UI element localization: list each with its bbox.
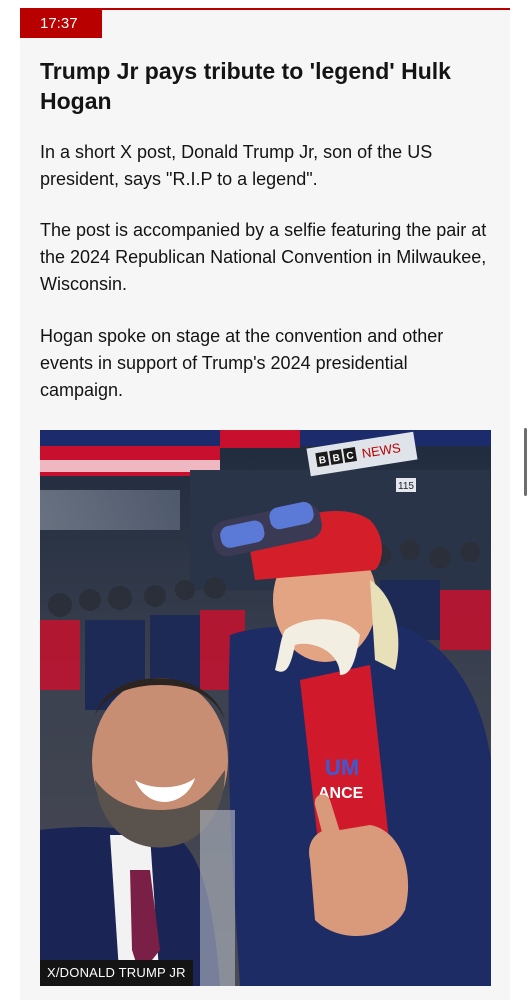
sign-number: 115 bbox=[398, 481, 414, 492]
post-photo[interactable]: B B C NEWS 115 UM ANCE X/DONALD TRUMP JR bbox=[40, 430, 491, 986]
post-time-badge: 17:37 bbox=[20, 10, 102, 38]
post-paragraph-2: The post is accompanied by a selfie feat… bbox=[40, 220, 487, 294]
scrollbar[interactable] bbox=[524, 428, 527, 496]
shirt-text-1: UM bbox=[325, 755, 359, 780]
post-headline: Trump Jr pays tribute to 'legend' Hulk H… bbox=[40, 58, 451, 114]
photo-credit-caption: X/DONALD TRUMP JR bbox=[40, 960, 193, 986]
post-paragraph-1: In a short X post, Donald Trump Jr, son … bbox=[40, 142, 433, 189]
selfie-illustration: B B C NEWS 115 UM ANCE bbox=[40, 430, 491, 986]
post-paragraph-3: Hogan spoke on stage at the convention a… bbox=[40, 326, 444, 400]
